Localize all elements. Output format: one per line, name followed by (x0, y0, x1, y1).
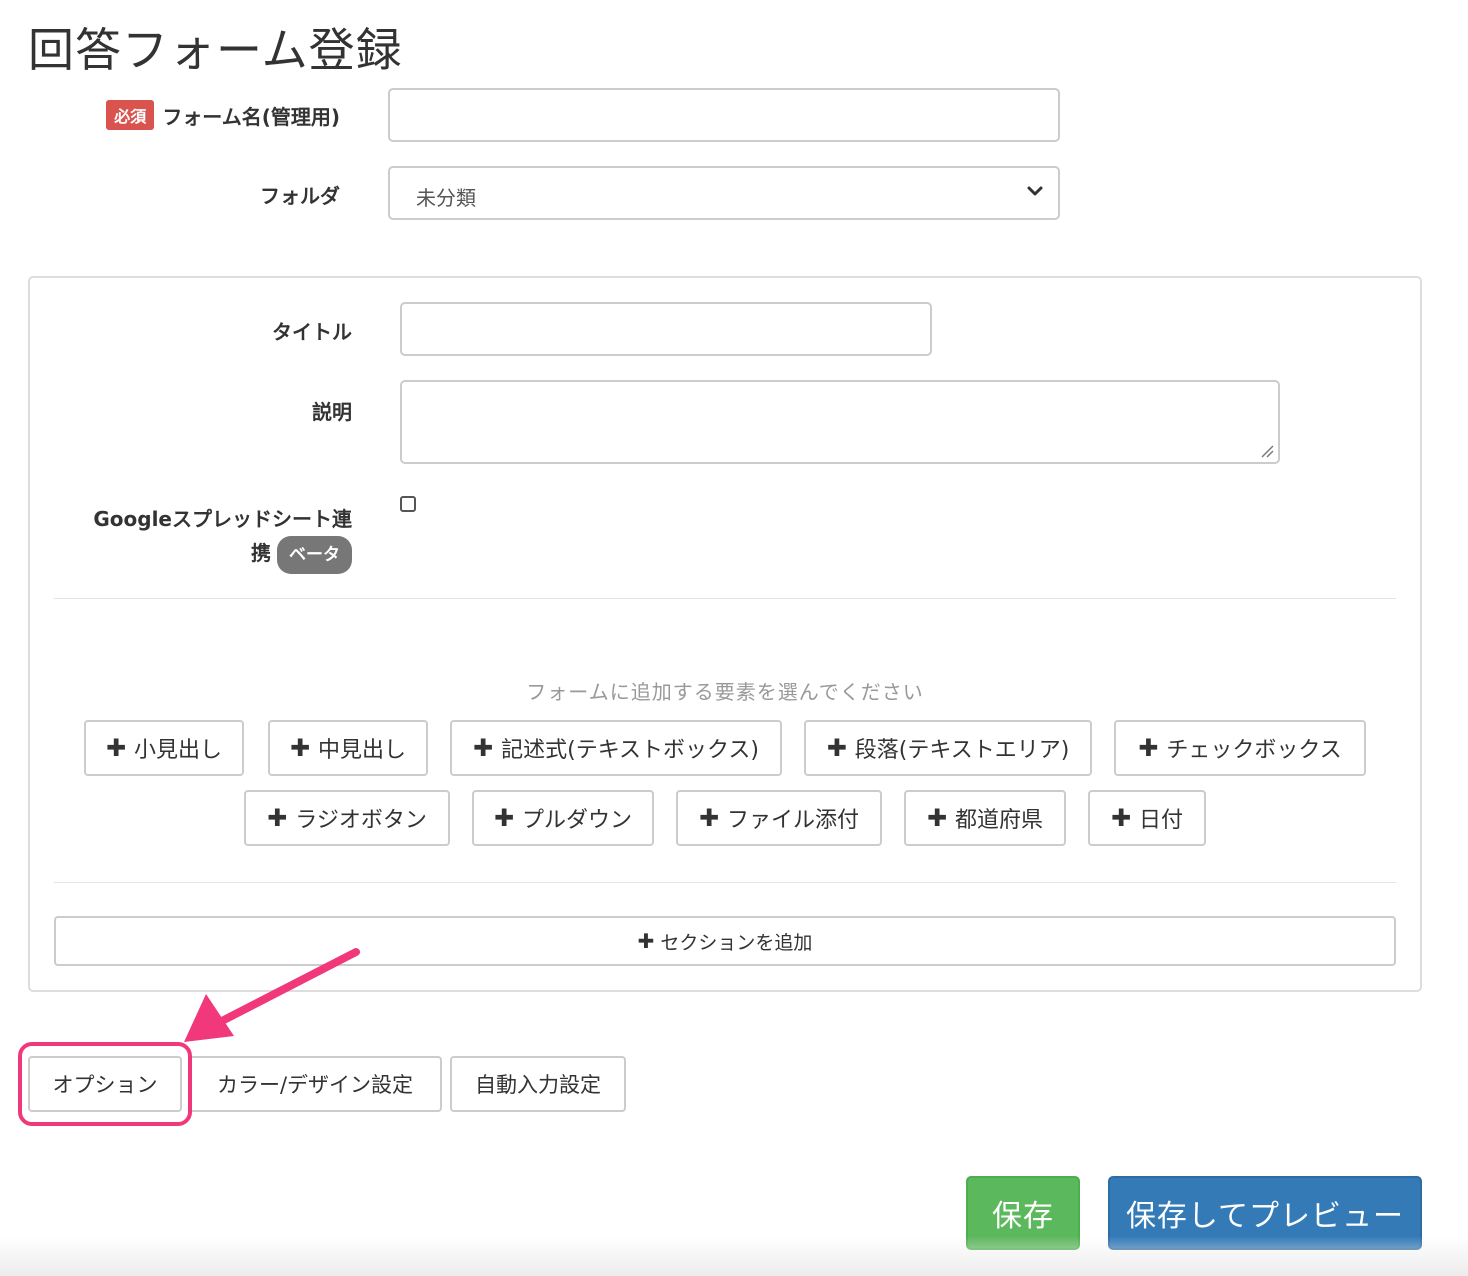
description-textarea[interactable] (400, 380, 1280, 464)
add-prefecture-label: 都道府県 (955, 808, 1044, 833)
google-sheet-label: Googleスプレッドシート連 携ベータ (50, 502, 352, 574)
add-checkbox-label: チェックボックス (1166, 738, 1342, 763)
add-pulldown-button[interactable]: ✚ プルダウン (472, 790, 654, 846)
folder-select-value: 未分類 (416, 186, 476, 210)
add-file-attachment-button[interactable]: ✚ ファイル添付 (676, 790, 882, 846)
plus-icon: ✚ (289, 734, 311, 762)
plus-icon: ✚ (698, 804, 720, 832)
add-file-attachment-label: ファイル添付 (727, 808, 860, 833)
form-name-input[interactable] (388, 88, 1060, 142)
bottom-fade (0, 1236, 1468, 1276)
autofill-tab-button[interactable]: 自動入力設定 (450, 1056, 626, 1112)
google-sheet-label-line2: 携 (251, 541, 271, 565)
add-textbox-button[interactable]: ✚ 記述式(テキストボックス) (450, 720, 782, 776)
page: 回答フォーム登録 必須 フォーム名(管理用) フォルダ 未分類 タイトル 説明 G… (0, 0, 1468, 1276)
page-title: 回答フォーム登録 (28, 23, 403, 77)
plus-icon: ✚ (493, 804, 515, 832)
google-sheet-label-line1: Googleスプレッドシート連 (93, 507, 352, 531)
options-highlight (18, 1042, 192, 1126)
add-prefecture-button[interactable]: ✚ 都道府県 (904, 790, 1066, 846)
required-badge: 必須 (106, 100, 155, 130)
divider (54, 882, 1396, 883)
title-input[interactable] (400, 302, 932, 356)
google-sheet-checkbox[interactable] (400, 496, 416, 512)
form-name-label: 必須 フォーム名(管理用) (80, 100, 340, 130)
beta-badge: ベータ (277, 536, 352, 574)
plus-icon: ✚ (826, 734, 847, 762)
add-textarea-label: 段落(テキストエリア) (854, 738, 1070, 763)
arrow-icon (184, 948, 360, 1042)
plus-icon: ✚ (267, 804, 288, 832)
add-section-label: セクションを追加 (660, 931, 813, 954)
plus-icon: ✚ (926, 804, 948, 832)
chevron-down-icon (1027, 186, 1043, 196)
plus-icon: ✚ (1138, 734, 1159, 762)
divider (54, 598, 1396, 599)
add-pulldown-label: プルダウン (522, 808, 633, 833)
add-textbox-label: 記述式(テキストボックス) (501, 738, 759, 763)
title-label: タイトル (272, 320, 352, 344)
description-label: 説明 (312, 400, 352, 424)
add-date-button[interactable]: ✚ 日付 (1088, 790, 1206, 846)
add-medium-heading-button[interactable]: ✚ 中見出し (268, 720, 428, 776)
folder-select[interactable]: 未分類 (388, 166, 1060, 220)
add-small-heading-label: 小見出し (134, 738, 223, 763)
add-medium-heading-label: 中見出し (318, 738, 407, 763)
form-name-label-text: フォーム名(管理用) (162, 105, 340, 129)
plus-icon: ✚ (105, 734, 127, 762)
add-small-heading-button[interactable]: ✚ 小見出し (84, 720, 244, 776)
add-radio-label: ラジオボタン (295, 808, 427, 833)
plus-icon: ✚ (637, 929, 655, 953)
add-radio-button[interactable]: ✚ ラジオボタン (244, 790, 450, 846)
plus-icon: ✚ (1110, 804, 1132, 832)
color-design-tab-button[interactable]: カラー/デザイン設定 (188, 1056, 442, 1112)
resize-grip-icon[interactable] (1260, 444, 1274, 458)
add-date-label: 日付 (1139, 808, 1184, 833)
add-textarea-button[interactable]: ✚ 段落(テキストエリア) (804, 720, 1092, 776)
add-element-hint: フォームに追加する要素を選んでください (526, 680, 924, 704)
folder-label: フォルダ (260, 184, 340, 208)
add-checkbox-button[interactable]: ✚ チェックボックス (1114, 720, 1366, 776)
plus-icon: ✚ (473, 734, 494, 762)
form-panel: タイトル 説明 Googleスプレッドシート連 携ベータ フォームに追加する要素… (28, 276, 1422, 992)
